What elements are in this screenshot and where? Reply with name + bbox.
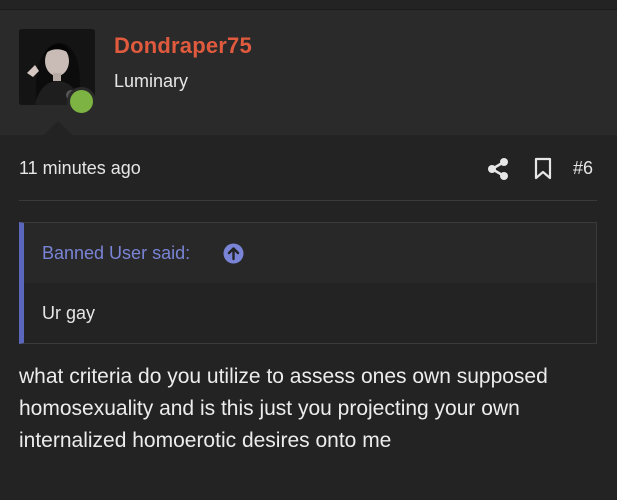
arrow-up-circle-icon[interactable] <box>223 243 244 269</box>
post-message: what criteria do you utilize to assess o… <box>19 365 548 452</box>
post-timestamp[interactable]: 11 minutes ago <box>19 158 141 179</box>
quote-header[interactable]: Banned User said: <box>24 223 596 283</box>
share-icon[interactable] <box>487 157 509 186</box>
quote-block: Banned User said: Ur gay <box>19 222 597 344</box>
bookmark-icon[interactable] <box>534 157 552 186</box>
post-meta: 11 minutes ago #6 <box>0 146 617 192</box>
user-title: Luminary <box>114 71 189 91</box>
username[interactable]: Dondraper75 <box>114 33 252 59</box>
header-pointer <box>44 121 72 135</box>
online-status-icon <box>67 87 96 116</box>
post-number-link[interactable]: #6 <box>573 158 593 179</box>
quote-text: Ur gay <box>42 303 96 323</box>
post-container: Dondraper75 Luminary 11 minutes ago #6 B… <box>0 0 617 500</box>
quote-author[interactable]: Banned User said: <box>42 243 190 264</box>
divider <box>19 200 597 201</box>
